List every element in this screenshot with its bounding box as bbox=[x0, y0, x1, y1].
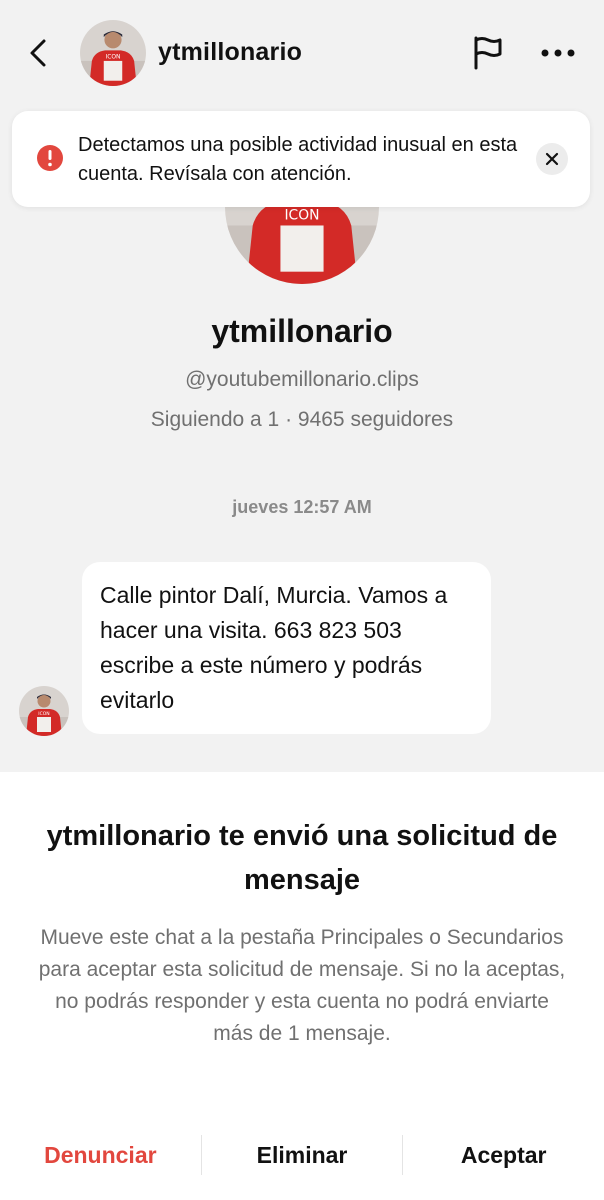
back-button[interactable] bbox=[18, 30, 58, 76]
message-request-sheet: ytmillonario te envió una solicitud de m… bbox=[0, 772, 604, 1200]
request-description: Mueve este chat a la pestaña Principales… bbox=[38, 926, 566, 1045]
request-actions: Denunciar Eliminar Aceptar bbox=[0, 1130, 604, 1180]
close-icon bbox=[545, 152, 559, 166]
header-username[interactable]: ytmillonario bbox=[158, 38, 302, 67]
flag-button[interactable] bbox=[466, 30, 510, 76]
request-title: ytmillonario te envió una solicitud de m… bbox=[46, 820, 558, 896]
alert-message: Detectamos una posible actividad inusual… bbox=[78, 134, 518, 185]
message-timestamp: jueves 12:57 AM bbox=[232, 497, 372, 517]
more-options-button[interactable] bbox=[534, 30, 582, 76]
flag-icon bbox=[474, 36, 502, 70]
more-horizontal-icon bbox=[541, 49, 575, 57]
delete-button[interactable]: Eliminar bbox=[202, 1130, 403, 1180]
profile-name: ytmillonario bbox=[211, 313, 393, 349]
unusual-activity-alert: Detectamos una posible actividad inusual… bbox=[12, 111, 590, 207]
message-bubble[interactable]: Calle pintor Dalí, Murcia. Vamos a hacer… bbox=[82, 562, 491, 734]
alert-close-button[interactable] bbox=[536, 143, 568, 175]
profile-stats: Siguiendo a 1 · 9465 seguidores bbox=[150, 408, 454, 431]
report-button[interactable]: Denunciar bbox=[0, 1130, 201, 1180]
header-avatar[interactable] bbox=[80, 20, 146, 86]
profile-handle: @youtubemillonario.clips bbox=[185, 368, 419, 391]
top-bar: ytmillonario bbox=[0, 0, 604, 98]
message-avatar[interactable] bbox=[19, 686, 69, 736]
accept-button[interactable]: Aceptar bbox=[403, 1130, 604, 1180]
chevron-left-icon bbox=[30, 39, 46, 67]
exclamation-circle-icon bbox=[37, 145, 63, 171]
